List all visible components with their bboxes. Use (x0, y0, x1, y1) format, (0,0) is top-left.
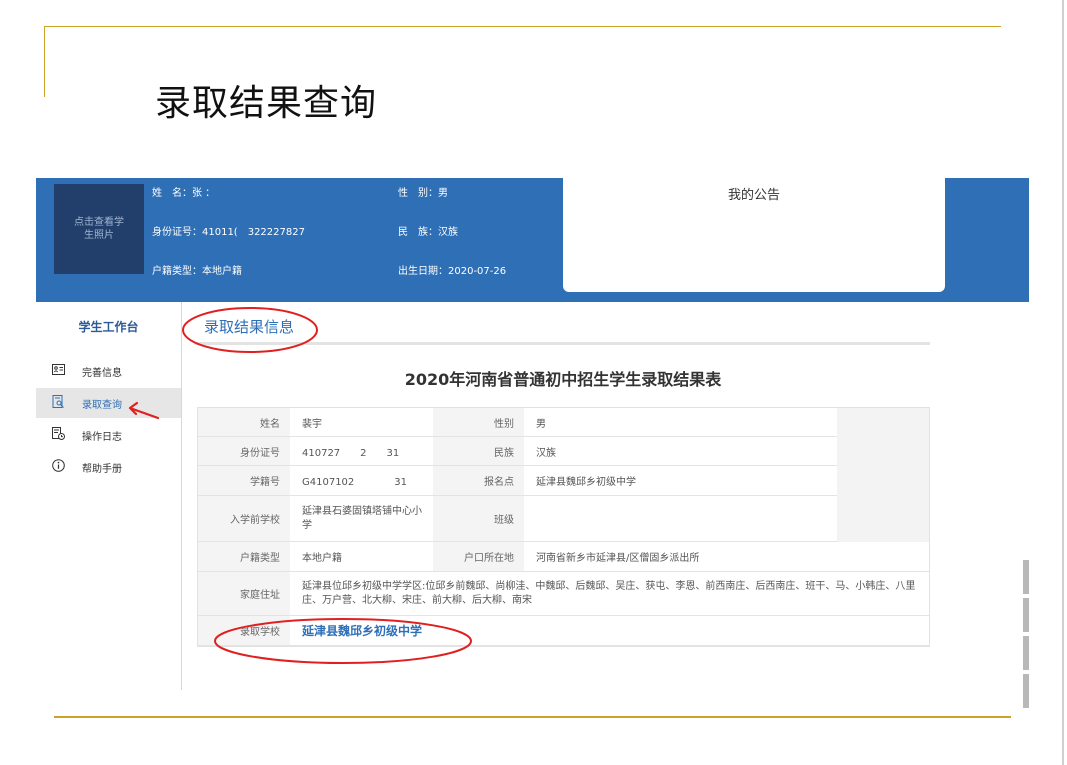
id-number-value: 410727 2 31 (290, 437, 433, 466)
name-label: 姓名 (198, 408, 290, 437)
student-gender: 性 别：男 (398, 188, 448, 199)
slide-bottom-rule (54, 716, 1011, 718)
home-address-value: 延津县位邱乡初级中学学区:位邱乡前魏邱、尚柳洼、中魏邱、后魏邱、吴庄、获屯、李恩… (290, 572, 929, 616)
hukou-location-label: 户口所在地 (433, 542, 524, 572)
ethnicity-label: 民族 (433, 437, 524, 466)
slide-left-rule (44, 26, 45, 97)
home-address-label: 家庭住址 (198, 572, 290, 616)
notice-title: 我的公告 (727, 188, 780, 203)
slide-top-rule (44, 26, 1001, 27)
student-name: 姓 名：张 ： (152, 188, 216, 199)
notice-panel: 我的公告 (563, 178, 945, 292)
student-household-type: 户籍类型：本地户籍 (152, 266, 242, 277)
sidebar-item-label: 完善信息 (82, 368, 122, 379)
sidebar-item-help-manual[interactable]: 帮助手册 (36, 452, 181, 482)
student-id-number: 身份证号：41011( 322227827 (152, 227, 305, 238)
sidebar-item-complete-info[interactable]: 完善信息 (36, 356, 181, 386)
sidebar-item-label: 帮助手册 (82, 464, 122, 475)
slide-right-border (1062, 0, 1064, 765)
student-birth-date: 出生日期：2020-07-26 (398, 266, 507, 277)
student-banner: 点击查看学 生照片 姓 名：张 ： 性 别：男 身份证号：41011( 3222… (36, 178, 1029, 302)
ethnicity-value: 汉族 (524, 437, 837, 466)
student-ethnicity: 民 族：汉族 (398, 227, 458, 238)
gender-label: 性别 (433, 408, 524, 437)
class-value (524, 496, 837, 542)
sidebar-item-label: 操作日志 (82, 432, 122, 443)
photo-label: 点击查看学 生照片 (74, 217, 124, 241)
admitted-school-label: 录取学校 (198, 616, 290, 646)
log-clock-icon (52, 427, 65, 440)
profile-card-icon (52, 364, 65, 375)
previous-school-label: 入学前学校 (198, 496, 290, 542)
student-photo-button[interactable]: 点击查看学 生照片 (54, 184, 144, 274)
admission-result-table: 姓名 裴宇 性别 男 身份证号 410727 2 31 民族 汉族 学籍号 G4… (197, 407, 930, 647)
sidebar-item-admission-query[interactable]: 录取查询 (36, 388, 181, 418)
sidebar-title: 学生工作台 (78, 320, 139, 334)
hukou-location-value: 河南省新乡市延津县/区僧固乡派出所 (524, 542, 929, 572)
section-divider (194, 342, 930, 345)
screenshot-panel: 点击查看学 生照片 姓 名：张 ： 性 别：男 身份证号：41011( 3222… (36, 178, 1029, 690)
household-type-label: 户籍类型 (198, 542, 290, 572)
sidebar-item-operation-log[interactable]: 操作日志 (36, 420, 181, 450)
sidebar: 学生工作台 完善信息 录取查询 操作日志 帮助手册 (36, 302, 182, 690)
table-title: 2020年河南省普通初中招生学生录取结果表 (404, 370, 722, 389)
signup-point-value: 延津县魏邱乡初级中学 (524, 466, 837, 496)
search-document-icon (52, 395, 64, 408)
section-heading: 录取结果信息 (204, 318, 295, 336)
sidebar-item-label: 录取查询 (82, 400, 122, 411)
student-no-label: 学籍号 (198, 466, 290, 496)
admitted-school-value: 延津县魏邱乡初级中学 (290, 616, 929, 646)
id-number-label: 身份证号 (198, 437, 290, 466)
student-no-value: G4107102 31 (290, 466, 433, 496)
gender-value: 男 (524, 408, 837, 437)
slide-title: 录取结果查询 (155, 83, 378, 124)
signup-point-label: 报名点 (433, 466, 524, 496)
household-type-value: 本地户籍 (290, 542, 433, 572)
info-circle-icon (52, 459, 65, 472)
previous-school-value: 延津县石婆固镇塔铺中心小学 (290, 496, 433, 542)
class-label: 班级 (433, 496, 524, 542)
name-value: 裴宇 (290, 408, 433, 437)
